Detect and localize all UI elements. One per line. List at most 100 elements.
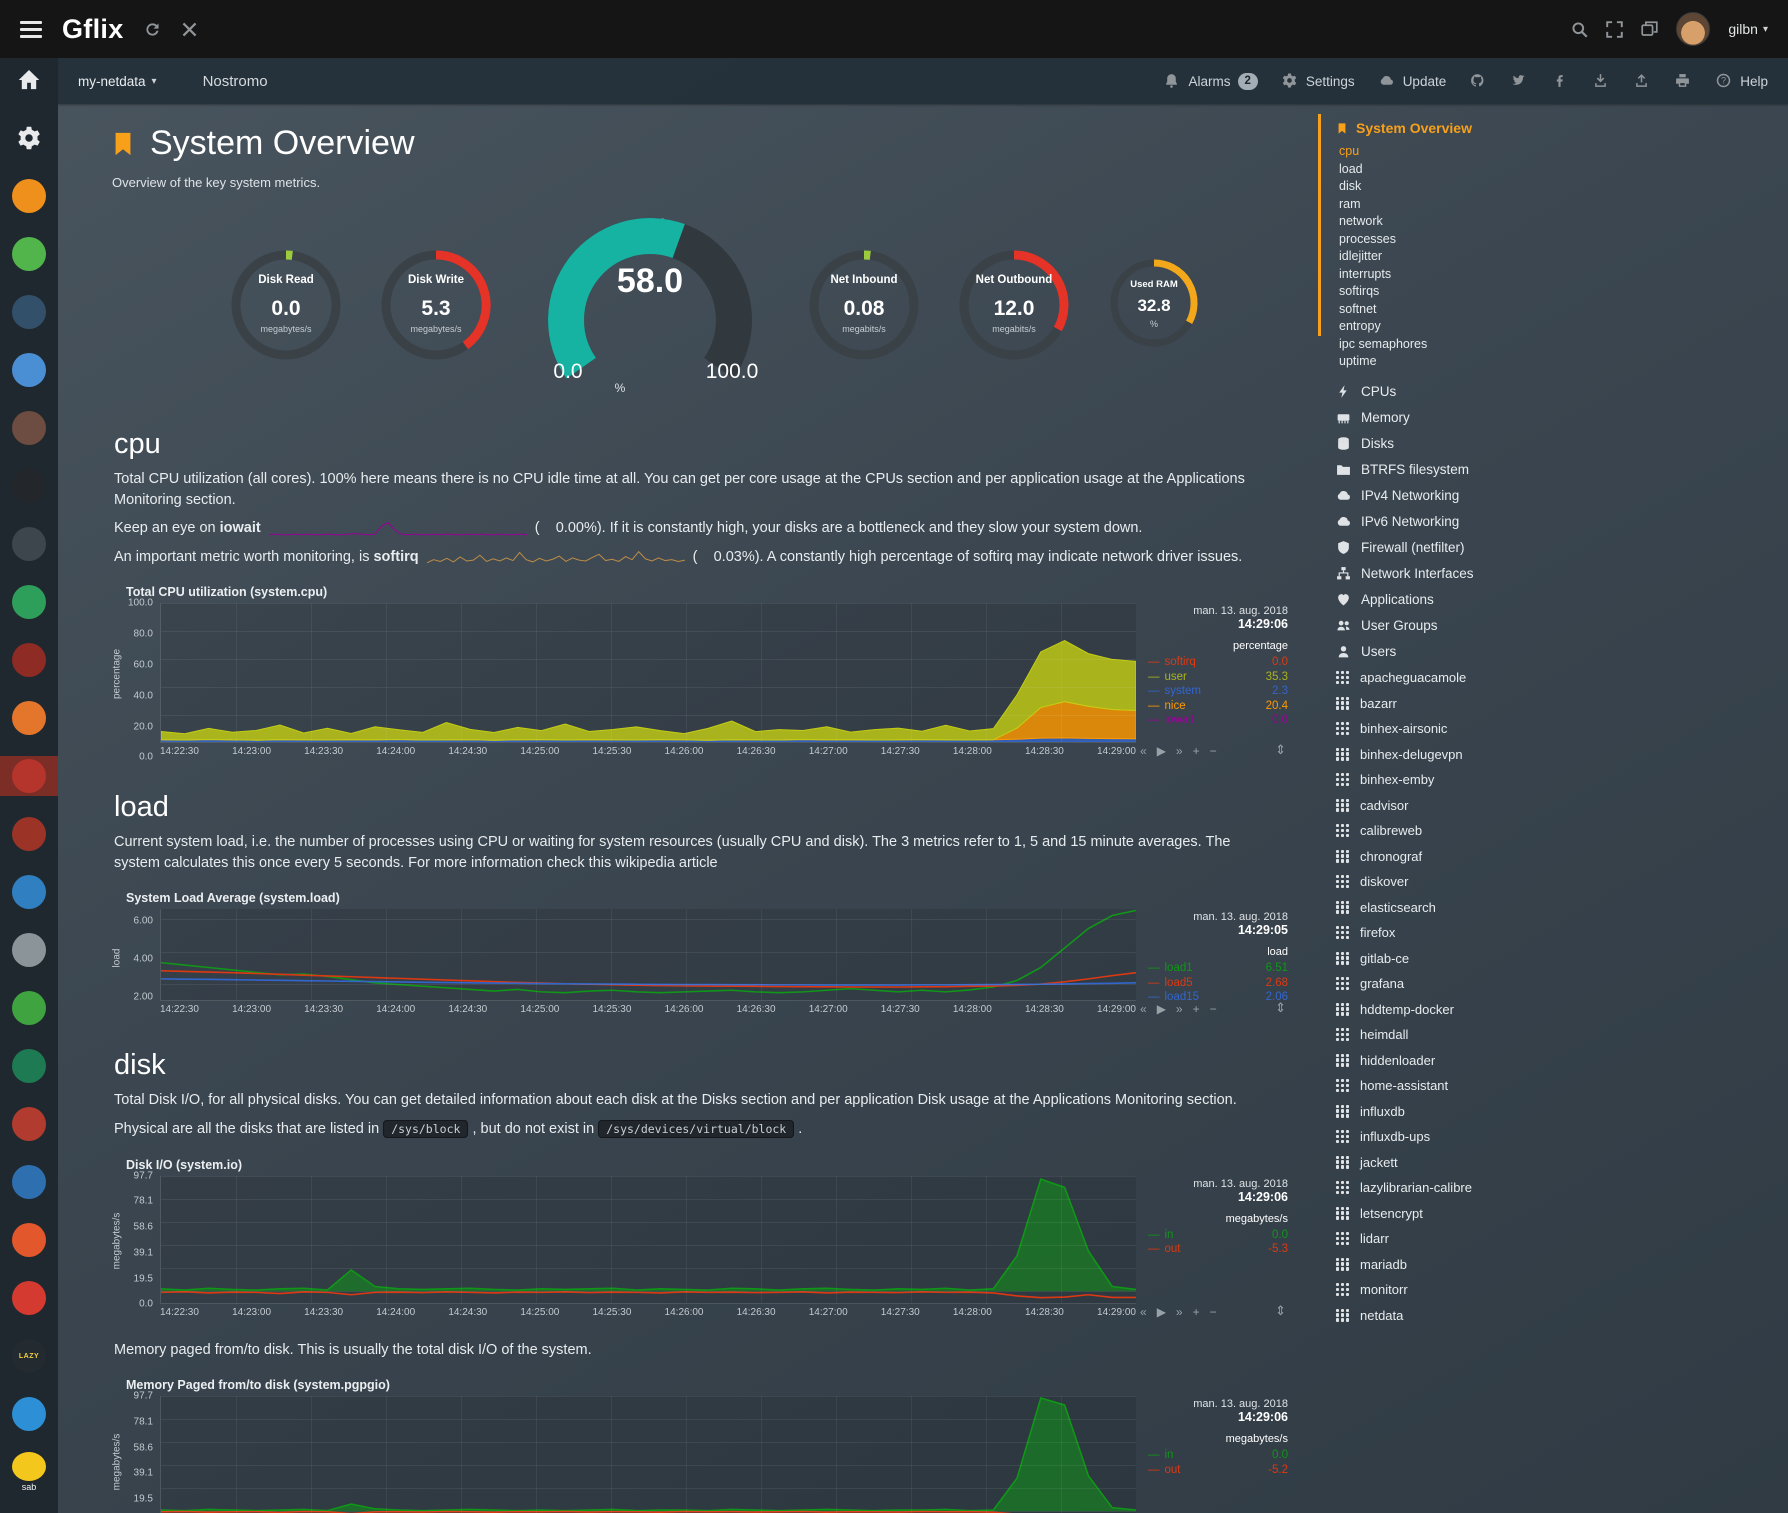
pan-forward-button[interactable]: » <box>1176 1305 1183 1319</box>
rail-app-gitlab[interactable] <box>0 1220 58 1260</box>
rail-app-ubooquity[interactable] <box>0 698 58 738</box>
nav-subitem-uptime[interactable]: uptime <box>1339 354 1788 368</box>
server-dropdown[interactable]: my-netdata ▾ <box>78 74 157 89</box>
nav-app-hddtemp-docker[interactable]: hddtemp-docker <box>1336 1002 1788 1017</box>
facebook-button[interactable] <box>1552 73 1569 90</box>
export-button[interactable] <box>1634 73 1651 90</box>
close-icon[interactable] <box>181 21 198 38</box>
nav-app-lazylibrarian-calibre[interactable]: lazylibrarian-calibre <box>1336 1180 1788 1195</box>
rail-app-lazylibrarian[interactable]: LAZY <box>0 1336 58 1376</box>
zoom-out-button[interactable]: − <box>1210 1305 1217 1319</box>
nav-subitem-network[interactable]: network <box>1339 214 1788 228</box>
rail-app-organizr[interactable] <box>0 176 58 216</box>
nav-app-mariadb[interactable]: mariadb <box>1336 1257 1788 1272</box>
plot-area[interactable] <box>160 1176 1136 1304</box>
nav-app-letsencrypt[interactable]: letsencrypt <box>1336 1206 1788 1221</box>
avatar[interactable] <box>1676 12 1710 46</box>
legend-row-out[interactable]: —out-5.2 <box>1148 1463 1288 1478</box>
rail-app-netdata-app[interactable] <box>0 1046 58 1086</box>
nav-app-monitorr[interactable]: monitorr <box>1336 1282 1788 1297</box>
plot-area[interactable] <box>160 603 1136 743</box>
play-button[interactable]: ▶ <box>1157 1002 1166 1016</box>
nav-section-disks[interactable]: Disks <box>1336 436 1788 451</box>
nav-section-btrfs-filesystem[interactable]: BTRFS filesystem <box>1336 462 1788 477</box>
nav-app-netdata[interactable]: netdata <box>1336 1308 1788 1323</box>
rail-app-nextcloud[interactable] <box>0 1394 58 1434</box>
nav-app-lidarr[interactable]: lidarr <box>1336 1231 1788 1246</box>
legend-row-system[interactable]: —system2.3 <box>1148 684 1288 699</box>
search-icon[interactable] <box>1571 21 1588 38</box>
chart-resize-handle[interactable]: ⇕ <box>1275 1000 1286 1016</box>
rail-app-home[interactable] <box>0 60 58 100</box>
gauge-cpu[interactable]: CPU 58.0 0.0 100.0 % <box>524 208 776 394</box>
nav-section-applications[interactable]: Applications <box>1336 592 1788 607</box>
tab-switcher-icon[interactable] <box>1641 21 1658 38</box>
legend-row-load5[interactable]: —load52.68 <box>1148 976 1288 991</box>
gauge-used-ram[interactable]: Used RAM 32.8 % <box>1102 249 1206 353</box>
pan-backward-button[interactable]: « <box>1140 744 1147 758</box>
rail-app-downloader[interactable] <box>0 1278 58 1318</box>
rail-app-unraid[interactable] <box>0 988 58 1028</box>
nav-app-calibreweb[interactable]: calibreweb <box>1336 823 1788 838</box>
legend-row-softirq[interactable]: —softirq0.0 <box>1148 655 1288 670</box>
nav-app-influxdb-ups[interactable]: influxdb-ups <box>1336 1129 1788 1144</box>
nav-section-network-interfaces[interactable]: Network Interfaces <box>1336 566 1788 581</box>
legend-row-out[interactable]: —out-5.3 <box>1148 1242 1288 1257</box>
nav-app-hiddenloader[interactable]: hiddenloader <box>1336 1053 1788 1068</box>
nav-app-jackett[interactable]: jackett <box>1336 1155 1788 1170</box>
zoom-out-button[interactable]: − <box>1210 1002 1217 1016</box>
nav-app-gitlab-ce[interactable]: gitlab-ce <box>1336 951 1788 966</box>
rail-app-ombi[interactable] <box>0 582 58 622</box>
nav-app-binhex-delugevpn[interactable]: binhex-delugevpn <box>1336 747 1788 762</box>
rail-app-tautulli[interactable] <box>0 524 58 564</box>
nav-app-diskover[interactable]: diskover <box>1336 874 1788 889</box>
nav-subitem-idlejitter[interactable]: idlejitter <box>1339 249 1788 263</box>
rail-app-radarr[interactable] <box>0 640 58 680</box>
pan-forward-button[interactable]: » <box>1176 1002 1183 1016</box>
legend-row-user[interactable]: —user35.3 <box>1148 670 1288 685</box>
zoom-in-button[interactable]: + <box>1193 1002 1200 1016</box>
nav-subitem-interrupts[interactable]: interrupts <box>1339 267 1788 281</box>
settings-button[interactable]: Settings <box>1282 73 1355 90</box>
rail-app-airsonic[interactable] <box>0 350 58 390</box>
nav-app-influxdb[interactable]: influxdb <box>1336 1104 1788 1119</box>
nav-app-elasticsearch[interactable]: elasticsearch <box>1336 900 1788 915</box>
legend-row-in[interactable]: —in0.0 <box>1148 1228 1288 1243</box>
fullscreen-icon[interactable] <box>1606 21 1623 38</box>
gauge-disk-read[interactable]: Disk Read 0.0 megabytes/s <box>224 239 348 363</box>
nav-subitem-softirqs[interactable]: softirqs <box>1339 284 1788 298</box>
nav-section-users[interactable]: Users <box>1336 644 1788 659</box>
rail-app-monitorr[interactable] <box>0 1104 58 1144</box>
nav-section-cpus[interactable]: CPUs <box>1336 384 1788 399</box>
nav-section-memory[interactable]: Memory <box>1336 410 1788 425</box>
menu-icon[interactable] <box>20 21 42 38</box>
legend-row-load1[interactable]: —load16.51 <box>1148 961 1288 976</box>
nav-subitem-load[interactable]: load <box>1339 162 1788 176</box>
nav-section-user-groups[interactable]: User Groups <box>1336 618 1788 633</box>
rail-app-jackett[interactable] <box>0 408 58 448</box>
import-button[interactable] <box>1593 73 1610 90</box>
rail-app-unifi[interactable] <box>0 930 58 970</box>
user-menu[interactable]: gilbn ▾ <box>1728 21 1768 37</box>
alarms-button[interactable]: Alarms 2 <box>1164 73 1257 90</box>
nav-app-home-assistant[interactable]: home-assistant <box>1336 1078 1788 1093</box>
nav-app-binhex-emby[interactable]: binhex-emby <box>1336 772 1788 787</box>
nav-subitem-softnet[interactable]: softnet <box>1339 302 1788 316</box>
print-button[interactable] <box>1675 73 1692 90</box>
nav-subitem-processes[interactable]: processes <box>1339 232 1788 246</box>
play-button[interactable]: ▶ <box>1157 1305 1166 1319</box>
legend-row-nice[interactable]: —nice20.4 <box>1148 699 1288 714</box>
legend-row-in[interactable]: —in0.0 <box>1148 1448 1288 1463</box>
nav-app-chronograf[interactable]: chronograf <box>1336 849 1788 864</box>
nav-section-firewall-netfilter-[interactable]: Firewall (netfilter) <box>1336 540 1788 555</box>
help-button[interactable]: ? Help <box>1716 73 1768 90</box>
rail-app-sabnzbd[interactable]: sab <box>0 1452 58 1492</box>
gauge-disk-write[interactable]: Disk Write 5.3 megabytes/s <box>374 239 498 363</box>
nav-section-ipv4-networking[interactable]: IPv4 Networking <box>1336 488 1788 503</box>
rail-app-deluge[interactable] <box>0 872 58 912</box>
gauge-net-inbound[interactable]: Net Inbound 0.08 megabits/s <box>802 239 926 363</box>
nav-subitem-ipc-semaphores[interactable]: ipc semaphores <box>1339 337 1788 351</box>
gauge-net-outbound[interactable]: Net Outbound 12.0 megabits/s <box>952 239 1076 363</box>
nav-subitem-cpu[interactable]: cpu <box>1339 144 1788 158</box>
play-button[interactable]: ▶ <box>1157 744 1166 758</box>
